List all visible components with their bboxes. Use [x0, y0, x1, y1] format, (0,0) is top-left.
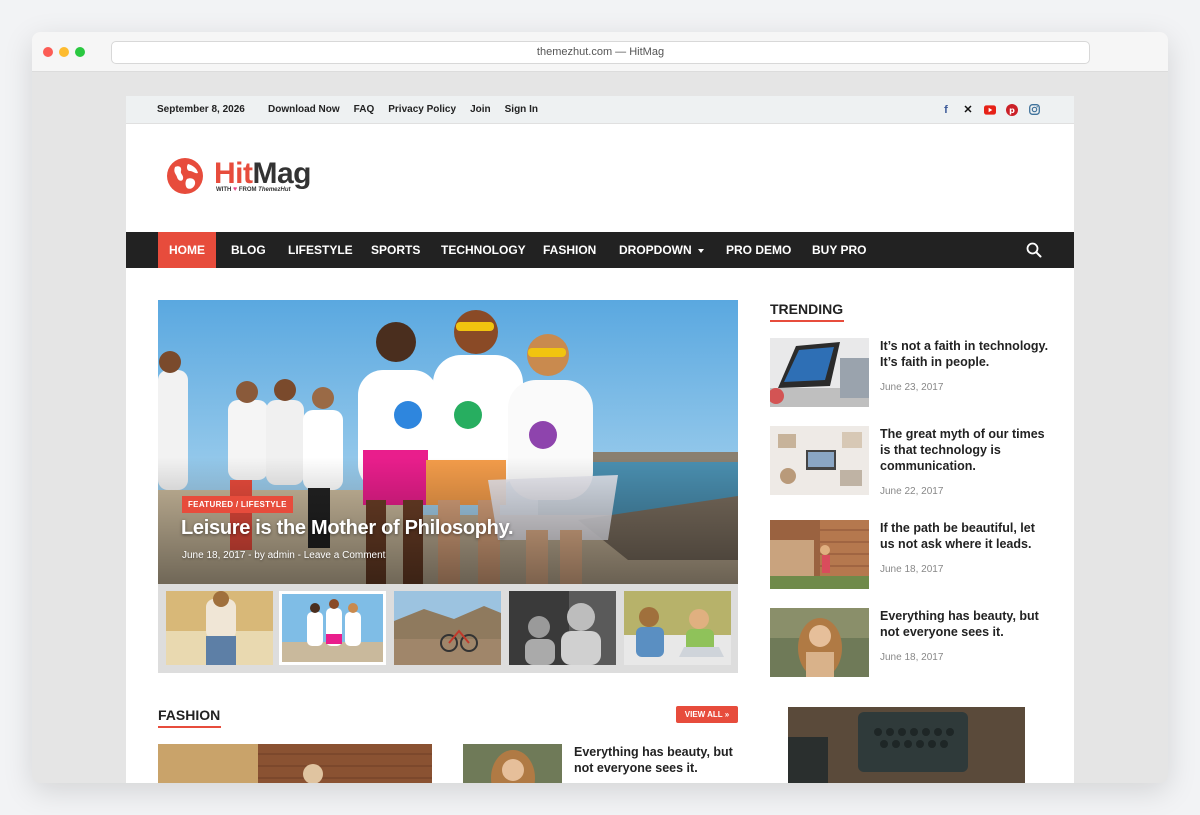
- site-logo[interactable]: HitMag WITH ♥ FROM ThemezHut: [166, 156, 326, 200]
- sign-in-link[interactable]: Sign In: [505, 104, 538, 115]
- view-all-button[interactable]: VIEW ALL »: [676, 706, 738, 723]
- featured-post-comments-link[interactable]: Leave a Comment: [304, 550, 386, 561]
- trending-post-date: June 18, 2017: [880, 564, 944, 575]
- nav-technology[interactable]: TECHNOLOGY: [441, 232, 526, 268]
- trending-post-title[interactable]: It’s not a faith in technology. It’s fai…: [880, 338, 1050, 370]
- trending-post-date: June 22, 2017: [880, 486, 944, 497]
- fashion-featured-image[interactable]: [158, 744, 432, 783]
- facebook-icon[interactable]: f: [940, 103, 952, 116]
- website: September 8, 2026 Download Now FAQ Priva…: [126, 96, 1074, 783]
- svg-text:p: p: [1009, 106, 1015, 115]
- slider-thumbnail[interactable]: [509, 591, 616, 665]
- x-icon[interactable]: ✕: [962, 103, 974, 116]
- slider-thumbnail[interactable]: [624, 591, 731, 665]
- trending-post-date: June 18, 2017: [880, 652, 944, 663]
- fashion-post-title[interactable]: Everything has beauty, but not everyone …: [574, 744, 744, 776]
- maximize-window-button[interactable]: [75, 47, 85, 57]
- trending-post[interactable]: If the path be beautiful, let us not ask…: [770, 520, 1050, 590]
- main-navigation: HOME BLOG LIFESTYLE SPORTS TECHNOLOGY FA…: [126, 232, 1074, 268]
- fashion-heading: FASHION: [158, 707, 221, 728]
- site-tagline: WITH ♥ FROM ThemezHut: [216, 186, 291, 193]
- featured-post-author[interactable]: by admin: [254, 550, 295, 561]
- trending-post[interactable]: The great myth of our times is that tech…: [770, 426, 1050, 497]
- nav-pro-demo[interactable]: PRO DEMO: [726, 232, 791, 268]
- top-links: Download Now FAQ Privacy Policy Join Sig…: [268, 104, 538, 115]
- caret-down-icon: [697, 248, 704, 253]
- sidebar-ad-image[interactable]: [788, 707, 1025, 783]
- nav-lifestyle[interactable]: LIFESTYLE: [288, 232, 353, 268]
- download-now-link[interactable]: Download Now: [268, 104, 340, 115]
- instagram-icon[interactable]: [1028, 103, 1040, 116]
- social-links: f ✕ p: [940, 103, 1040, 116]
- trending-post-date: June 23, 2017: [880, 382, 944, 393]
- featured-post-meta: June 18, 2017 - by admin - Leave a Comme…: [182, 550, 385, 561]
- slider-thumbnail[interactable]: [394, 591, 501, 665]
- heart-icon: ♥: [233, 186, 238, 193]
- youtube-icon[interactable]: [984, 103, 996, 116]
- featured-category-badge[interactable]: FEATURED / LIFESTYLE: [182, 496, 293, 513]
- slider-thumbnail[interactable]: [166, 591, 273, 665]
- nav-dropdown[interactable]: DROPDOWN: [619, 232, 704, 268]
- current-date: September 8, 2026: [157, 104, 245, 115]
- close-window-button[interactable]: [43, 47, 53, 57]
- faq-link[interactable]: FAQ: [354, 104, 375, 115]
- featured-post-date[interactable]: June 18, 2017: [182, 550, 245, 561]
- featured-image: [158, 300, 738, 586]
- nav-sports[interactable]: SPORTS: [371, 232, 420, 268]
- trending-post-thumbnail[interactable]: [770, 520, 869, 589]
- slider-thumbnail-active[interactable]: [279, 591, 386, 665]
- join-link[interactable]: Join: [470, 104, 491, 115]
- trending-post[interactable]: Everything has beauty, but not everyone …: [770, 608, 1050, 678]
- privacy-policy-link[interactable]: Privacy Policy: [388, 104, 456, 115]
- trending-heading: TRENDING: [770, 301, 844, 322]
- top-bar: September 8, 2026 Download Now FAQ Priva…: [126, 96, 1074, 124]
- nav-blog[interactable]: BLOG: [231, 232, 266, 268]
- trending-post[interactable]: It’s not a faith in technology. It’s fai…: [770, 338, 1050, 408]
- trending-post-title[interactable]: If the path be beautiful, let us not ask…: [880, 520, 1050, 552]
- trending-post-thumbnail[interactable]: [770, 426, 869, 495]
- trending-post-thumbnail[interactable]: [770, 608, 869, 677]
- nav-buy-pro[interactable]: BUY PRO: [812, 232, 866, 268]
- nav-home[interactable]: HOME: [158, 232, 216, 268]
- slider-thumbnails: [158, 584, 738, 673]
- browser-window: themezhut.com — HitMag September 8, 2026…: [32, 32, 1168, 783]
- featured-post-title[interactable]: Leisure is the Mother of Philosophy.: [181, 517, 514, 540]
- pinterest-icon[interactable]: p: [1006, 103, 1018, 116]
- trending-post-title[interactable]: The great myth of our times is that tech…: [880, 426, 1050, 474]
- minimize-window-button[interactable]: [59, 47, 69, 57]
- trending-post-thumbnail[interactable]: [770, 338, 869, 407]
- nav-fashion[interactable]: FASHION: [543, 232, 596, 268]
- featured-slider[interactable]: FEATURED / LIFESTYLE Leisure is the Moth…: [158, 300, 738, 586]
- nav-dropdown-label: DROPDOWN: [619, 243, 692, 257]
- globe-icon: [167, 158, 203, 194]
- browser-titlebar: themezhut.com — HitMag: [32, 32, 1168, 72]
- address-bar[interactable]: themezhut.com — HitMag: [111, 41, 1090, 64]
- search-icon[interactable]: [1026, 242, 1042, 258]
- trending-post-title[interactable]: Everything has beauty, but not everyone …: [880, 608, 1050, 640]
- fashion-post-thumbnail[interactable]: [463, 744, 562, 783]
